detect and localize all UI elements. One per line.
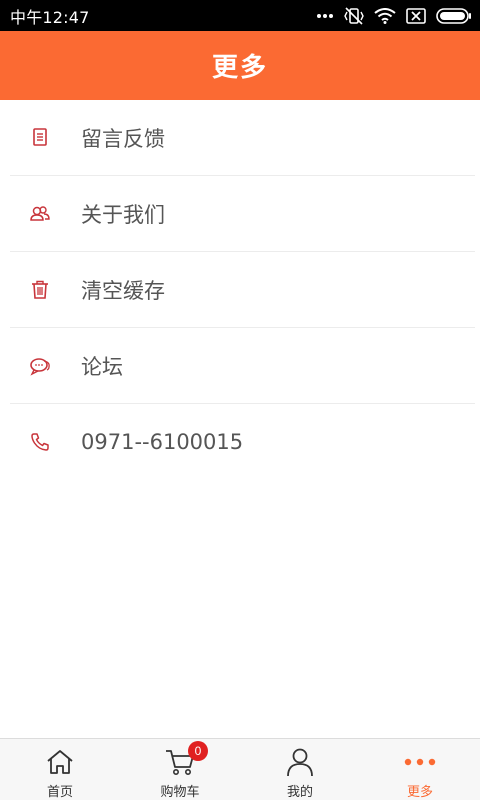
wifi-icon [374, 7, 396, 24]
person-icon [286, 747, 314, 777]
status-bar: 中午12:47 [0, 0, 480, 31]
menu-item-phone[interactable]: 0971--6100015 [0, 404, 480, 480]
page-title: 更多 [211, 53, 268, 83]
tab-label: 更多 [406, 785, 433, 800]
menu-item-about-us[interactable]: 关于我们 [0, 176, 480, 252]
more-dots-icon [316, 13, 334, 19]
users-icon [28, 202, 52, 226]
cart-count-badge: 0 [188, 741, 208, 761]
more-menu-list: 留言反馈 关于我们 清空缓存 论坛 0971--6100015 [0, 100, 480, 480]
phone-icon [28, 430, 52, 454]
menu-item-feedback[interactable]: 留言反馈 [0, 100, 480, 176]
vibrate-icon [344, 6, 364, 25]
tab-label: 我的 [286, 785, 313, 800]
tab-label: 首页 [46, 785, 73, 800]
header-bar: 更多 [0, 31, 480, 100]
menu-item-clear-cache[interactable]: 清空缓存 [0, 252, 480, 328]
document-icon [28, 126, 52, 150]
tab-cart[interactable]: 0 购物车 [120, 739, 240, 800]
tab-more[interactable]: 更多 [360, 739, 480, 800]
tab-label: 购物车 [160, 785, 200, 800]
chat-bubbles-icon [28, 354, 52, 378]
trash-icon [28, 278, 52, 302]
status-time: 中午12:47 [10, 7, 90, 27]
menu-item-forum[interactable]: 论坛 [0, 328, 480, 404]
no-sim-icon [406, 7, 426, 24]
bottom-tab-bar: 首页 0 购物车 我的 更多 [0, 738, 480, 800]
battery-icon [436, 7, 472, 24]
tab-home[interactable]: 首页 [0, 739, 120, 800]
cart-icon: 0 [164, 741, 208, 777]
home-icon [45, 747, 75, 777]
menu-item-label: 清空缓存 [81, 279, 165, 303]
menu-item-label: 关于我们 [81, 203, 165, 227]
phone-number: 0971--6100015 [81, 430, 244, 454]
more-dots-icon [403, 747, 437, 777]
menu-item-label: 论坛 [81, 355, 123, 379]
menu-item-label: 留言反馈 [81, 127, 165, 151]
tab-mine[interactable]: 我的 [240, 739, 360, 800]
status-icons [316, 6, 472, 25]
